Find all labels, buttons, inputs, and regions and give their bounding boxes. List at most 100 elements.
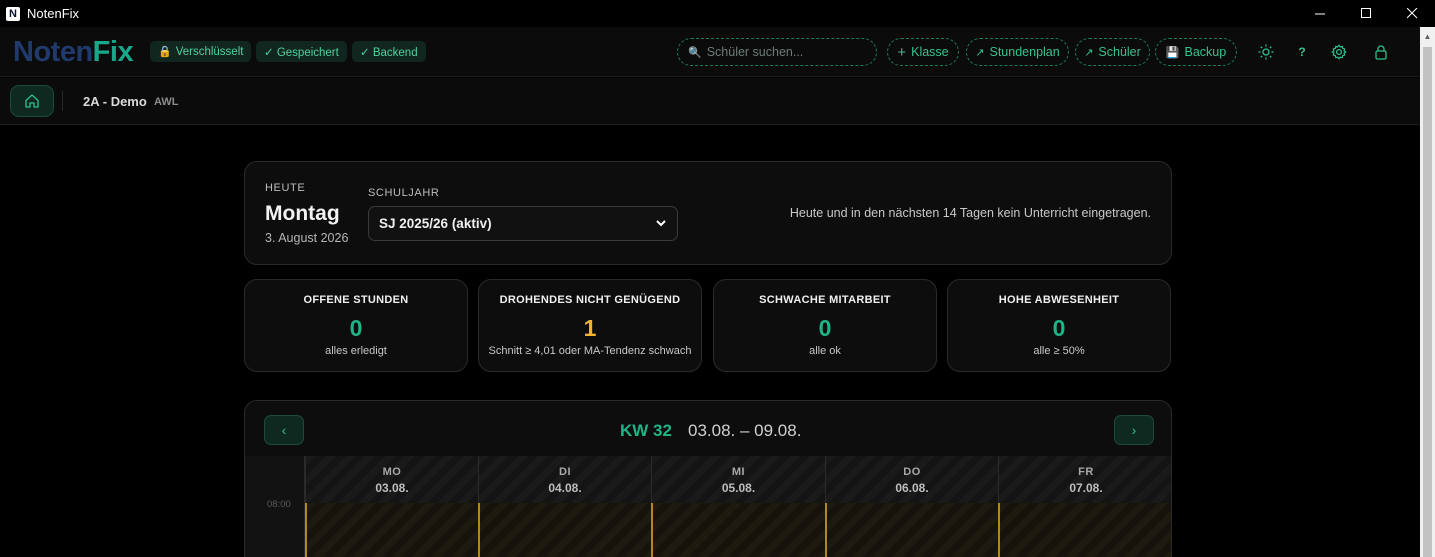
add-class-label: Klasse — [911, 45, 949, 59]
subject-tag: AWL — [154, 96, 179, 108]
day-date: 03.08. — [375, 481, 409, 495]
today-label: HEUTE — [265, 182, 306, 194]
no-lessons-message: Heute und in den nächsten 14 Tagen kein … — [789, 206, 1151, 220]
day-date: 05.08. — [721, 481, 756, 495]
encrypted-badge: 🔒 Verschlüsselt — [150, 41, 252, 62]
app-header: NotenFix 🔒 Verschlüsselt ✓ Gespeichert ✓… — [0, 27, 1420, 77]
today-card: HEUTE Montag 3. August 2026 SCHULJAHR SJ… — [244, 161, 1172, 265]
stat-title: DROHENDES NICHT GENÜGEND — [499, 294, 681, 306]
stat-value: 0 — [818, 315, 832, 341]
class-bar: 2A - Demo AWL — [0, 78, 1420, 125]
gear-icon — [1331, 44, 1347, 60]
add-class-button[interactable]: + Klasse — [887, 38, 959, 66]
day-slot-mi[interactable] — [651, 503, 825, 557]
week-calendar: ‹ KW 32 03.08. – 09.08. › 08:00 MO 03.08… — [244, 400, 1172, 557]
day-slot-do[interactable] — [825, 503, 998, 557]
day-name: DO — [903, 466, 921, 478]
backend-badge: ✓ Backend — [352, 41, 426, 62]
saved-badge-label: ✓ Gespeichert — [264, 46, 339, 59]
minimize-icon — [1314, 13, 1325, 15]
stat-high-absence[interactable]: HOHE ABWESENHEIT 0 alle ≥ 50% — [947, 279, 1171, 372]
student-search[interactable]: 🔍 — [677, 38, 877, 66]
scroll-up-icon[interactable]: ▲ — [1420, 27, 1435, 45]
day-header-mo: MO 03.08. — [305, 456, 478, 503]
time-label: 08:00 — [267, 499, 291, 510]
floppy-disk-icon: 💾 — [1165, 46, 1180, 59]
plus-icon: + — [897, 43, 907, 61]
backup-label: Backup — [1184, 45, 1227, 59]
lock-icon: 🔒 — [158, 46, 172, 58]
calendar-week-range: 03.08. – 09.08. — [688, 421, 802, 440]
day-header-fr: FR 07.08. — [998, 456, 1171, 503]
day-name: MI — [731, 466, 746, 478]
minimize-button[interactable] — [1297, 0, 1343, 27]
app-logo[interactable]: NotenFix — [13, 36, 134, 69]
stat-subtitle: alle ≥ 50% — [1033, 345, 1085, 357]
day-header-di: DI 04.08. — [478, 456, 651, 503]
maximize-button[interactable] — [1343, 0, 1389, 27]
day-slot-mo[interactable] — [305, 503, 478, 557]
students-label: Schüler — [1098, 45, 1141, 59]
app-icon: N — [6, 6, 20, 21]
home-button[interactable] — [10, 85, 54, 117]
stat-open-lessons[interactable]: OFFENE STUNDEN 0 alles erledigt — [244, 279, 468, 372]
school-year-value: SJ 2025/26 (aktiv) — [379, 216, 492, 231]
help-icon: ? — [1298, 45, 1306, 59]
day-name: FR — [1078, 466, 1094, 478]
sun-icon — [1258, 44, 1274, 60]
day-date: 04.08. — [548, 481, 582, 495]
search-icon: 🔍 — [688, 46, 702, 59]
stat-value: 0 — [1052, 315, 1066, 341]
next-week-button[interactable]: › — [1114, 415, 1154, 445]
help-button[interactable]: ? — [1292, 42, 1312, 62]
school-year-select[interactable]: SJ 2025/26 (aktiv) — [368, 206, 678, 241]
logo-text-1: Noten — [13, 36, 93, 68]
class-name: 2A - Demo — [83, 94, 147, 109]
home-icon — [25, 94, 39, 108]
today-weekday: Montag — [265, 202, 340, 225]
logo-text-2: Fix — [92, 36, 134, 68]
search-input[interactable] — [706, 45, 867, 59]
day-slot-di[interactable] — [478, 503, 651, 557]
scrollbar-thumb[interactable] — [1423, 47, 1432, 557]
today-date: 3. August 2026 — [265, 231, 349, 245]
day-name: DI — [559, 466, 571, 478]
stat-title: OFFENE STUNDEN — [303, 294, 409, 306]
backend-badge-label: ✓ Backend — [360, 46, 418, 59]
day-name: MO — [382, 466, 402, 478]
prev-week-button[interactable]: ‹ — [264, 415, 304, 445]
stat-failing-risk[interactable]: DROHENDES NICHT GENÜGEND 1 Schnitt ≥ 4,0… — [478, 279, 702, 372]
school-year-label: SCHULJAHR — [368, 187, 440, 199]
stat-title: HOHE ABWESENHEIT — [998, 294, 1120, 306]
students-button[interactable]: ↗ Schüler — [1075, 38, 1150, 66]
lock-icon — [1375, 45, 1387, 60]
stat-value: 0 — [349, 315, 363, 341]
close-icon — [1406, 8, 1417, 19]
day-slot-fr[interactable] — [998, 503, 1171, 557]
saved-badge: ✓ Gespeichert — [256, 41, 347, 62]
chevron-left-icon: ‹ — [281, 422, 287, 438]
window-titlebar: N NotenFix — [0, 0, 1435, 27]
maximize-icon — [1360, 8, 1371, 18]
stat-weak-participation[interactable]: SCHWACHE MITARBEIT 0 alle ok — [713, 279, 937, 372]
external-link-icon: ↗ — [1084, 46, 1094, 59]
backup-button[interactable]: 💾 Backup — [1155, 38, 1237, 66]
timetable-button[interactable]: ↗ Stundenplan — [966, 38, 1069, 66]
close-window-button[interactable] — [1389, 0, 1435, 27]
lock-app-button[interactable] — [1371, 42, 1391, 62]
external-link-icon: ↗ — [975, 46, 985, 59]
window-title: NotenFix — [27, 6, 80, 21]
stat-value: 1 — [583, 315, 597, 341]
day-date: 07.08. — [1069, 481, 1103, 495]
chevron-right-icon: › — [1131, 422, 1137, 438]
calendar-week-number: KW 32 — [620, 421, 672, 440]
divider — [62, 91, 63, 111]
settings-button[interactable] — [1329, 42, 1349, 62]
day-header-do: DO 06.08. — [825, 456, 998, 503]
day-date: 06.08. — [895, 481, 929, 495]
encrypted-badge-label: Verschlüsselt — [175, 45, 244, 58]
timetable-label: Stundenplan — [989, 45, 1060, 59]
stat-subtitle: Schnitt ≥ 4,01 oder MA-Tendenz schwach — [488, 345, 692, 357]
theme-toggle-button[interactable] — [1256, 42, 1276, 62]
stat-subtitle: alle ok — [809, 345, 841, 357]
